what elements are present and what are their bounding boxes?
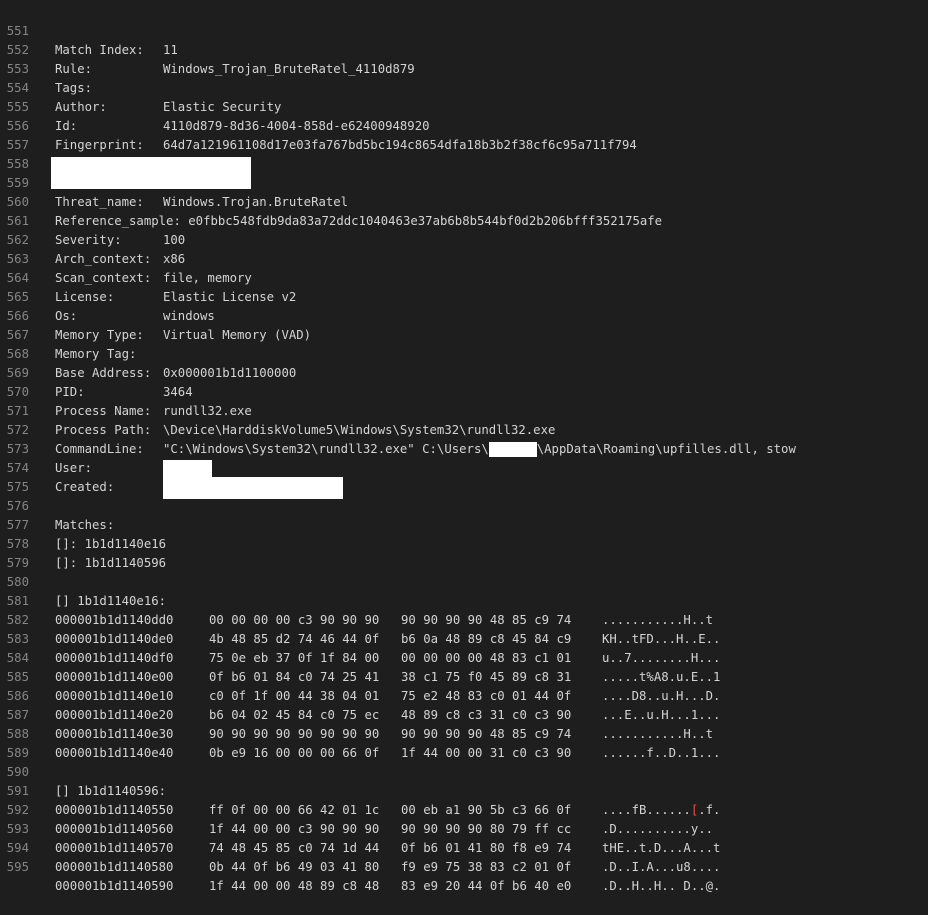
- hex-row: 581 000001b1d1140dd0 00 00 00 00 c3 90 90…: [0, 573, 928, 627]
- hex-address: 000001b1d1140590: [55, 879, 174, 893]
- editor-line: 580 [] 1b1d1140e16:: [0, 554, 928, 608]
- editor-line: 563 Scan_context: file, memory: [0, 231, 928, 285]
- hex-row: 586 000001b1d1140e20 b6 04 02 45 84 c0 75…: [0, 668, 928, 722]
- editor-line: 560 Reference_sample: e0fbbc548fdb9da83a…: [0, 174, 928, 228]
- hex-row: 582 000001b1d1140de0 4b 48 85 d2 74 46 44…: [0, 592, 928, 646]
- hex-bytes: 83 e9 20 44 0f b6 40 e0: [401, 879, 572, 893]
- editor-line: 557: [0, 117, 928, 179]
- editor-line: 559 Threat_name: Windows.Trojan.BruteRate…: [0, 155, 928, 209]
- hex-ascii: .D..H..H.. D..@.: [602, 879, 721, 893]
- hex-row: 591 000001b1d1140550 ff 0f 00 00 66 42 01…: [0, 763, 928, 817]
- editor-line: 566 Memory Type: Virtual Memory (VAD): [0, 288, 928, 342]
- editor-line: 556 Fingerprint: 64d7a121961108d17e03fa76…: [0, 98, 928, 152]
- editor-line: 551 Match Index: 11: [0, 3, 928, 57]
- editor-line: 577 []: 1b1d1140e16: [0, 497, 928, 551]
- hex-row: 587 000001b1d1140e30 90 90 90 90 90 90 90…: [0, 687, 928, 741]
- editor-line: 562 Arch_context: x86: [0, 212, 928, 266]
- editor-line: 572 CommandLine: "C:\Windows\System32\run…: [0, 402, 928, 457]
- code-editor[interactable]: 551 Match Index: 11 552 Rule: Windows_Troj…: [0, 3, 928, 893]
- hex-row: 595 000001b1d1140590 1f 44 00 00 48 89 c8…: [0, 839, 928, 893]
- editor-line: 579: [0, 535, 928, 570]
- hex-row: 583 000001b1d1140df0 75 0e eb 37 0f 1f 84…: [0, 611, 928, 665]
- hex-row: 592 000001b1d1140560 1f 44 00 00 c3 90 90…: [0, 782, 928, 836]
- editor-line: 574 Created:: [0, 440, 928, 499]
- editor-line: 576 Matches:: [0, 478, 928, 532]
- editor-line: 570 Process Name: rundll32.exe: [0, 364, 928, 418]
- hex-row: 585 000001b1d1140e10 c0 0f 1f 00 44 38 04…: [0, 649, 928, 703]
- hex-row: 593 000001b1d1140570 74 48 45 85 c0 74 1d…: [0, 801, 928, 855]
- hex-bytes: 1f 44 00 00 48 89 c8 48: [209, 879, 380, 893]
- hex-row: 594 000001b1d1140580 0b 44 0f b6 49 03 41…: [0, 820, 928, 874]
- editor-line: 552 Rule: Windows_Trojan_BruteRatel_4110d…: [0, 22, 928, 76]
- editor-line: 578 []: 1b1d1140596: [0, 516, 928, 570]
- editor-line: 590 [] 1b1d1140596:: [0, 744, 928, 798]
- editor-line: 555 Id: 4110d879-8d36-4004-858d-e62400948…: [0, 79, 928, 133]
- editor-line: 567 Memory Tag:: [0, 307, 928, 361]
- editor-line: 558: [0, 136, 928, 189]
- editor-line: 553 Tags:: [0, 41, 928, 95]
- editor-line: 589: [0, 725, 928, 760]
- editor-line: 568 Base Address: 0x000001b1d1100000: [0, 326, 928, 380]
- editor-line: 575: [0, 459, 928, 494]
- hex-row: 588 000001b1d1140e40 0b e9 16 00 00 00 66…: [0, 706, 928, 760]
- editor-line: 564 License: Elastic License v2: [0, 250, 928, 304]
- editor-line: 561 Severity: 100: [0, 193, 928, 247]
- editor-line: 569 PID: 3464: [0, 345, 928, 399]
- hex-row: 584 000001b1d1140e00 0f b6 01 84 c0 74 25…: [0, 630, 928, 684]
- editor-line: 573 User:: [0, 421, 928, 479]
- editor-line: 554 Author: Elastic Security: [0, 60, 928, 114]
- editor-line: 565 Os: windows: [0, 269, 928, 323]
- editor-line: 571 Process Path: \Device\HarddiskVolume5…: [0, 383, 928, 437]
